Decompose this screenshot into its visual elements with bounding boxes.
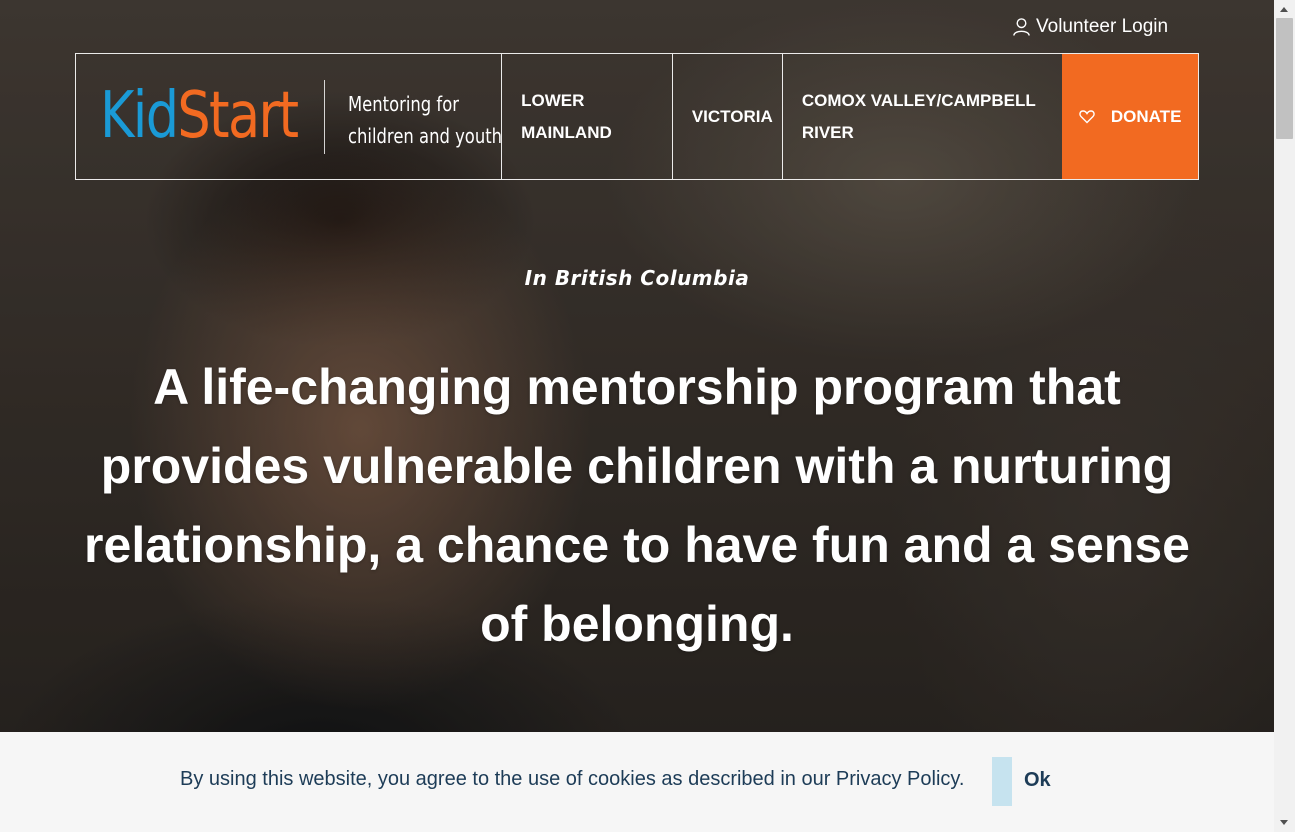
- volunteer-login-link[interactable]: Volunteer Login: [1012, 14, 1168, 40]
- logo-start-text: Start: [177, 79, 299, 153]
- logo-divider: [324, 80, 325, 154]
- nav-item-label-line2: RIVER: [801, 122, 854, 142]
- cookie-accent-bar: [992, 757, 1012, 806]
- cookie-ok-button[interactable]: Ok: [1016, 769, 1059, 792]
- main-navbar: KidStart Mentoring for children and yout…: [75, 53, 1199, 180]
- cookie-message: By using this website, you agree to the …: [180, 768, 965, 790]
- logo-tagline: Mentoring for children and youth: [348, 88, 502, 152]
- nav-item-comox-valley-campbell-river[interactable]: COMOX VALLEY/CAMPBELL RIVER: [781, 54, 1062, 179]
- scrollbar-thumb[interactable]: [1276, 18, 1293, 139]
- nav-item-label-line1: LOWER: [521, 90, 585, 110]
- nav-item-label-line2: MAINLAND: [521, 122, 612, 142]
- hero-headline: A life-changing mentorship program that …: [84, 359, 1190, 652]
- nav-item-victoria[interactable]: VICTORIA: [671, 54, 782, 179]
- cookie-consent-bar: By using this website, you agree to the …: [0, 732, 1274, 832]
- logo-tagline-line2: children and youth: [348, 124, 503, 148]
- heart-icon: [1079, 110, 1095, 124]
- nav-item-label-line1: VICTORIA: [691, 106, 773, 126]
- donate-button[interactable]: DONATE: [1062, 54, 1198, 179]
- page-scrollbar[interactable]: [1274, 0, 1295, 832]
- user-icon: [1013, 18, 1030, 36]
- volunteer-login-label: Volunteer Login: [1036, 16, 1169, 37]
- nav-item-label-line1: COMOX VALLEY/CAMPBELL: [801, 90, 1036, 110]
- logo-tagline-line1: Mentoring for: [348, 92, 459, 116]
- scroll-up-arrow-icon[interactable]: [1280, 7, 1288, 12]
- scroll-down-arrow-icon[interactable]: [1280, 820, 1288, 825]
- kidstart-logo[interactable]: KidStart Mentoring for children and yout…: [76, 54, 502, 179]
- logo-wordmark: KidStart: [100, 72, 299, 160]
- logo-kid-text: Kid: [100, 79, 179, 153]
- hero-kicker: In British Columbia: [524, 266, 750, 290]
- donate-label: DONATE: [1110, 106, 1182, 126]
- nav-item-lower-mainland[interactable]: LOWER MAINLAND: [501, 54, 672, 179]
